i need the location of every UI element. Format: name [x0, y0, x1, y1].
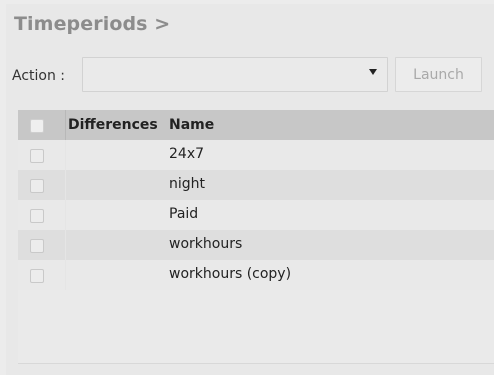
row-name[interactable]: Paid — [169, 206, 198, 222]
row-checkbox[interactable] — [30, 269, 44, 283]
table-row[interactable]: night — [18, 170, 494, 200]
row-divider — [65, 230, 66, 260]
row-name[interactable]: workhours — [169, 236, 242, 252]
page-title[interactable]: Timeperiods > — [14, 13, 170, 35]
row-divider — [65, 140, 66, 170]
table-header: Differences Name — [18, 110, 494, 140]
select-all-checkbox[interactable] — [30, 119, 44, 133]
row-name[interactable]: workhours (copy) — [169, 266, 291, 282]
table-row[interactable]: workhours (copy) — [18, 260, 494, 290]
row-checkbox[interactable] — [30, 239, 44, 253]
row-checkbox[interactable] — [30, 179, 44, 193]
timeperiods-table: Differences Name 24x7 night Paid workhou… — [18, 110, 494, 364]
row-name[interactable]: 24x7 — [169, 146, 204, 162]
launch-button[interactable]: Launch — [395, 57, 482, 92]
column-header-differences[interactable]: Differences — [68, 117, 158, 133]
chevron-down-icon — [369, 69, 377, 75]
row-checkbox[interactable] — [30, 149, 44, 163]
action-select[interactable] — [82, 57, 388, 92]
row-divider — [65, 260, 66, 290]
column-header-name[interactable]: Name — [169, 117, 214, 133]
table-row[interactable]: 24x7 — [18, 140, 494, 170]
table-row[interactable]: workhours — [18, 230, 494, 260]
row-divider — [65, 200, 66, 230]
row-divider — [65, 170, 66, 200]
row-name[interactable]: night — [169, 176, 205, 192]
column-separator — [65, 110, 66, 140]
table-row[interactable]: Paid — [18, 200, 494, 230]
row-checkbox[interactable] — [30, 209, 44, 223]
action-label: Action : — [12, 68, 66, 84]
timeperiods-panel: Timeperiods > Action : Launch Difference… — [6, 4, 494, 375]
